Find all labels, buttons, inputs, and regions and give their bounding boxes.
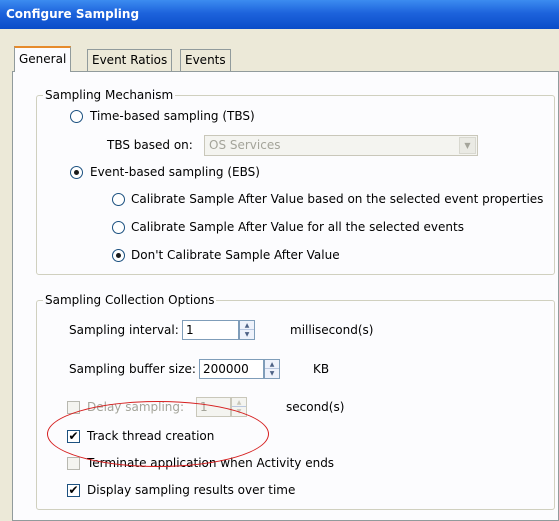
tab-events[interactable]: Events <box>180 49 231 71</box>
group-legend: Sampling Mechanism <box>43 88 176 102</box>
highlight-annotation-circle <box>47 401 269 467</box>
calibrate-event-properties-label: Calibrate Sample After Value based on th… <box>131 192 544 206</box>
sampling-interval-spinner[interactable]: ▲ ▼ <box>239 320 255 340</box>
tbs-radio-label: Time-based sampling (TBS) <box>90 109 255 123</box>
spin-up-icon[interactable]: ▲ <box>232 398 246 407</box>
terminate-application-checkbox[interactable] <box>67 457 80 470</box>
calibrate-all-events-radio[interactable] <box>112 221 125 234</box>
calibrate-all-events-label: Calibrate Sample After Value for all the… <box>131 220 464 234</box>
group-legend: Sampling Collection Options <box>43 293 217 307</box>
delay-sampling-unit: second(s) <box>286 400 345 414</box>
dont-calibrate-label: Don't Calibrate Sample After Value <box>131 248 340 262</box>
ebs-radio[interactable] <box>70 166 83 179</box>
buffer-size-spinner[interactable]: ▲ ▼ <box>264 359 280 379</box>
buffer-size-unit: KB <box>313 362 330 376</box>
window-title: Configure Sampling <box>0 0 559 29</box>
spin-down-icon[interactable]: ▼ <box>240 330 254 339</box>
chevron-down-icon: ▼ <box>459 137 476 154</box>
tbs-based-on-label: TBS based on: <box>107 138 193 152</box>
tbs-radio[interactable] <box>70 110 83 123</box>
checkmark-icon: ✔ <box>68 483 79 497</box>
spin-down-icon[interactable]: ▼ <box>265 369 279 378</box>
buffer-size-label: Sampling buffer size: <box>69 362 196 376</box>
buffer-size-input[interactable]: 200000 <box>199 359 264 379</box>
tab-general[interactable]: General <box>14 46 72 72</box>
dont-calibrate-radio[interactable] <box>112 249 125 262</box>
ebs-radio-label: Event-based sampling (EBS) <box>90 165 260 179</box>
display-over-time-checkbox[interactable]: ✔ <box>67 484 80 497</box>
display-over-time-label: Display sampling results over time <box>87 483 296 497</box>
calibrate-event-properties-radio[interactable] <box>112 193 125 206</box>
sampling-interval-unit: millisecond(s) <box>290 323 374 337</box>
spin-up-icon[interactable]: ▲ <box>265 360 279 369</box>
tbs-based-on-select[interactable]: OS Services ▼ <box>204 135 478 156</box>
spin-up-icon[interactable]: ▲ <box>240 321 254 330</box>
tab-event-ratios[interactable]: Event Ratios <box>87 49 173 71</box>
sampling-interval-input[interactable]: 1 <box>182 320 239 340</box>
sampling-interval-label: Sampling interval: <box>69 323 179 337</box>
